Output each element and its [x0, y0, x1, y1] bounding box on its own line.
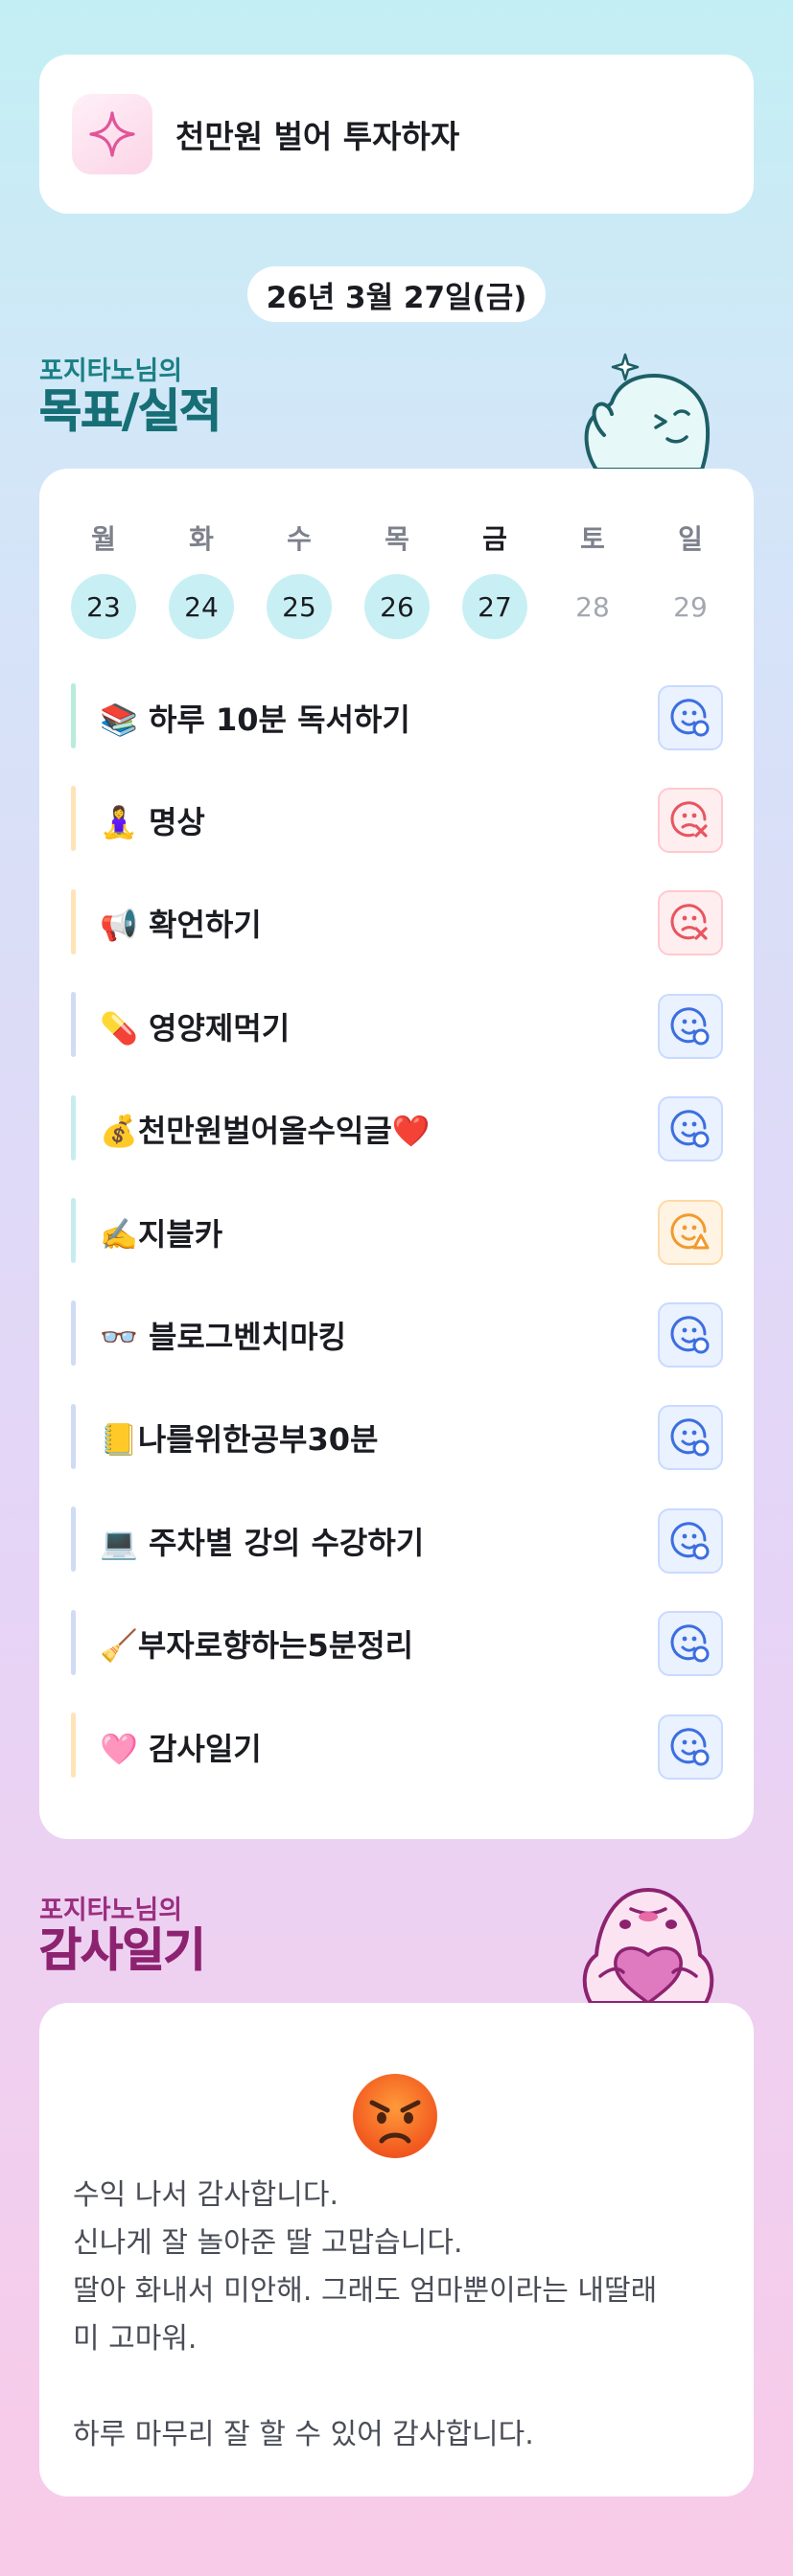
- goal-status-done-icon[interactable]: [658, 1302, 723, 1368]
- goal-label: 💊 영양제먹기: [100, 1009, 291, 1046]
- gratitude-heading-title: 감사일기: [39, 1923, 207, 1977]
- week-calendar: 월 화 수 목 금 토 일 23 24 25 26 27 28 29: [71, 518, 723, 639]
- goal-item[interactable]: 📒나를위한공부30분: [71, 1387, 723, 1489]
- goal-status-fail-icon[interactable]: [658, 890, 723, 956]
- goal-accent-bar: [71, 1403, 76, 1469]
- gratitude-heading-subtitle: 포지타노님의: [39, 1896, 183, 1925]
- goal-label: 💰천만원벌어올수익글❤️: [100, 1113, 431, 1150]
- calendar-day[interactable]: 23: [71, 574, 136, 639]
- goal-item[interactable]: 👓 블로그벤치마킹: [71, 1283, 723, 1386]
- goal-status-done-icon[interactable]: [658, 684, 723, 750]
- goal-label: 📚 하루 10분 독서하기: [100, 701, 410, 738]
- goal-label: 📒나를위한공부30분: [100, 1421, 379, 1459]
- goal-accent-bar: [71, 1197, 76, 1263]
- goal-accent-bar: [71, 1300, 76, 1367]
- goal-item[interactable]: 🧘‍♀️ 명상: [71, 769, 723, 871]
- goal-item[interactable]: 🧹부자로향하는5분정리: [71, 1593, 723, 1695]
- calendar-day[interactable]: 26: [364, 574, 430, 639]
- goal-item[interactable]: 💰천만원벌어올수익글❤️: [71, 1078, 723, 1181]
- weekday-label: 월: [91, 523, 116, 555]
- goal-status-done-icon[interactable]: [658, 1714, 723, 1780]
- goal-item[interactable]: ✍️지블카: [71, 1181, 723, 1283]
- gratitude-line: 신나게 잘 놀아준 딸 고맙습니다.: [73, 2226, 463, 2260]
- calendar-day[interactable]: 29: [658, 574, 723, 639]
- weekday-label: 화: [189, 523, 214, 555]
- goal-label: 💻 주차별 강의 수강하기: [100, 1524, 425, 1561]
- goal-label: ✍️지블카: [100, 1215, 223, 1253]
- gratitude-text: 수익 나서 감사합니다. 신나게 잘 놀아준 딸 고맙습니다. 딸아 화내서 미안해…: [73, 2172, 735, 2459]
- goals-heading-subtitle: 포지타노님의: [39, 356, 183, 386]
- goal-item[interactable]: 📢 확언하기: [71, 872, 723, 975]
- gratitude-line: 미 고마워.: [73, 2322, 198, 2356]
- calendar-day[interactable]: 28: [560, 574, 625, 639]
- goal-label: 🩷 감사일기: [100, 1730, 262, 1767]
- gratitude-line: 딸아 화내서 미안해. 그래도 엄마뿐이라는 내딸래: [73, 2274, 658, 2308]
- gratitude-line: [73, 2363, 735, 2411]
- goal-list: 📚 하루 10분 독서하기 🧘‍♀️ 명상 📢 확언하기 💊 영양제먹기 💰천만원벌어올…: [71, 666, 723, 1798]
- weekday-label: 목: [385, 523, 409, 555]
- goal-status-partial-icon[interactable]: [658, 1199, 723, 1265]
- goal-accent-bar: [71, 888, 76, 954]
- calendar-day[interactable]: 27: [462, 574, 527, 639]
- goal-label: 🧘‍♀️ 명상: [100, 804, 205, 841]
- weekday-label: 금: [482, 523, 507, 555]
- weekday-label: 수: [287, 523, 312, 555]
- goal-status-done-icon[interactable]: [658, 1096, 723, 1162]
- goal-label: 📢 확언하기: [100, 907, 262, 944]
- calendar-day[interactable]: 25: [267, 574, 332, 639]
- goal-status-fail-icon[interactable]: [658, 788, 723, 854]
- goals-heading: 포지타노님의 목표/실적: [38, 356, 222, 438]
- goal-status-done-icon[interactable]: [658, 993, 723, 1059]
- goal-accent-bar: [71, 992, 76, 1058]
- weekday-label: 일: [678, 523, 703, 555]
- goal-item[interactable]: 💊 영양제먹기: [71, 975, 723, 1077]
- goal-label: 🧹부자로향하는5분정리: [100, 1627, 414, 1665]
- goal-status-done-icon[interactable]: [658, 1611, 723, 1677]
- goal-item[interactable]: 📚 하루 10분 독서하기: [71, 666, 723, 769]
- goals-heading-title: 목표/실적: [38, 384, 222, 438]
- goal-accent-bar: [71, 1712, 76, 1778]
- calendar-day[interactable]: 24: [169, 574, 234, 639]
- angry-face-icon: [349, 2070, 441, 2162]
- goal-accent-bar: [71, 1506, 76, 1573]
- goal-status-done-icon[interactable]: [658, 1405, 723, 1471]
- goal-item[interactable]: 🩷 감사일기: [71, 1695, 723, 1798]
- goal-item[interactable]: 💻 주차별 강의 수강하기: [71, 1489, 723, 1592]
- teal-mascot-icon: [575, 347, 719, 473]
- motto-card[interactable]: 천만원 벌어 투자하자: [39, 55, 754, 214]
- goals-card: 월 화 수 목 금 토 일 23 24 25 26 27 28 29 📚 하루 10분 독서하기 🧘‍♀️…: [39, 469, 754, 1839]
- motto-text: 천만원 벌어 투자하자: [175, 118, 460, 155]
- goal-accent-bar: [71, 786, 76, 852]
- gratitude-line: 하루 마무리 잘 할 수 있어 감사합니다.: [73, 2418, 534, 2451]
- goal-status-done-icon[interactable]: [658, 1507, 723, 1574]
- gratitude-heading: 포지타노님의 감사일기: [39, 1896, 207, 1977]
- goal-accent-bar: [71, 683, 76, 748]
- pink-mascot-icon: [571, 1880, 725, 2007]
- goal-accent-bar: [71, 1094, 76, 1161]
- weekday-label: 토: [580, 523, 605, 555]
- gratitude-card: 수익 나서 감사합니다. 신나게 잘 놀아준 딸 고맙습니다. 딸아 화내서 미안해…: [39, 2003, 754, 2496]
- gratitude-line: 수익 나서 감사합니다.: [73, 2178, 339, 2212]
- goal-accent-bar: [71, 1609, 76, 1675]
- goal-label: 👓 블로그벤치마킹: [100, 1319, 347, 1356]
- date-pill[interactable]: 26년 3월 27일(금): [247, 266, 546, 322]
- sparkle-icon: [72, 94, 152, 174]
